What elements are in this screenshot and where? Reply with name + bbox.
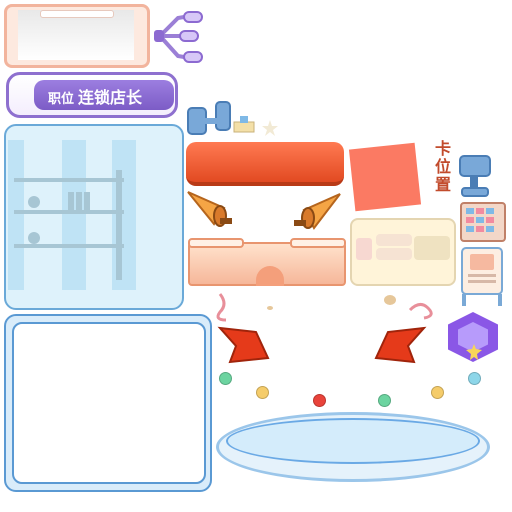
bulb-icon <box>431 386 444 399</box>
pedestal-top <box>226 418 480 464</box>
spotlight-bar <box>40 10 114 18</box>
list-panel-content <box>12 322 206 484</box>
bulb-icon <box>468 372 481 385</box>
ribbon-icon <box>217 326 270 364</box>
drawer-icon <box>460 202 506 242</box>
job-title-value: 连锁店长 <box>78 88 143 107</box>
job-title: 职位 连锁店长 <box>48 84 142 108</box>
red-banner <box>186 142 344 186</box>
lamp-icon <box>154 11 203 63</box>
megaphone-icon <box>187 191 232 227</box>
desk-top-right <box>290 238 346 248</box>
vertical-sign: 卡位置 <box>434 139 451 194</box>
bulb-icon <box>313 394 326 407</box>
sofa-cushions <box>356 234 450 260</box>
shelf-icon <box>8 140 136 290</box>
bulb-icon <box>378 394 391 407</box>
bulb-icon <box>219 372 232 385</box>
bulb-icon <box>256 386 269 399</box>
tools-icon <box>187 101 278 136</box>
megaphone-icon <box>294 193 341 230</box>
red-card <box>348 142 422 212</box>
desk-arch <box>256 266 284 286</box>
desk-top-left <box>188 238 244 248</box>
monitor-icon <box>459 155 491 197</box>
standee-icon <box>461 247 503 306</box>
ribbon-icon <box>374 326 427 364</box>
star-icon <box>466 344 482 360</box>
job-title-label: 职位 <box>48 92 75 107</box>
